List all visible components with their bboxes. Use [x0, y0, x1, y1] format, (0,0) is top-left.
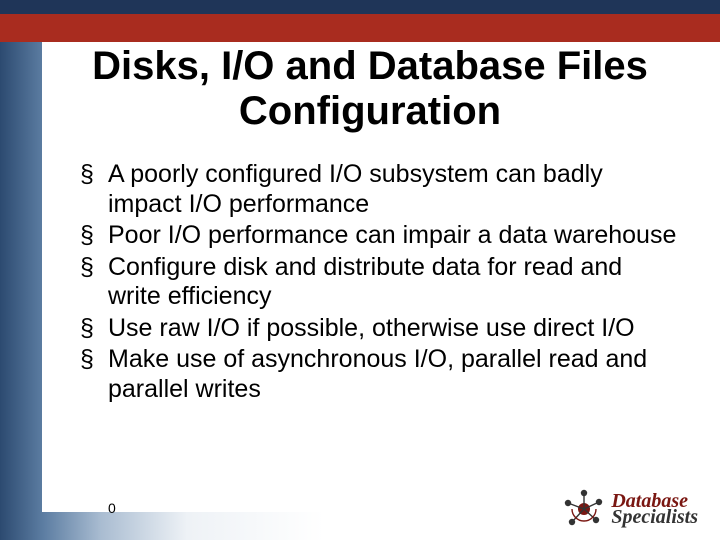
logo: Database Specialists: [563, 488, 698, 530]
page-title: Disks, I/O and Database Files Configurat…: [52, 44, 688, 134]
bullet-list: A poorly configured I/O subsystem can ba…: [80, 160, 680, 404]
list-item: Poor I/O performance can impair a data w…: [80, 221, 680, 251]
page-number: 0: [108, 500, 116, 516]
logo-line2: Specialists: [611, 508, 698, 526]
slide: Disks, I/O and Database Files Configurat…: [0, 0, 720, 540]
body-text: A poorly configured I/O subsystem can ba…: [80, 160, 680, 406]
header-bar-red: [0, 14, 720, 42]
header-bar-navy: [0, 0, 720, 14]
list-item: A poorly configured I/O subsystem can ba…: [80, 160, 680, 219]
list-item: Make use of asynchronous I/O, parallel r…: [80, 345, 680, 404]
logo-icon: [563, 488, 605, 530]
list-item: Use raw I/O if possible, otherwise use d…: [80, 314, 680, 344]
logo-text: Database Specialists: [611, 492, 698, 526]
list-item: Configure disk and distribute data for r…: [80, 253, 680, 312]
